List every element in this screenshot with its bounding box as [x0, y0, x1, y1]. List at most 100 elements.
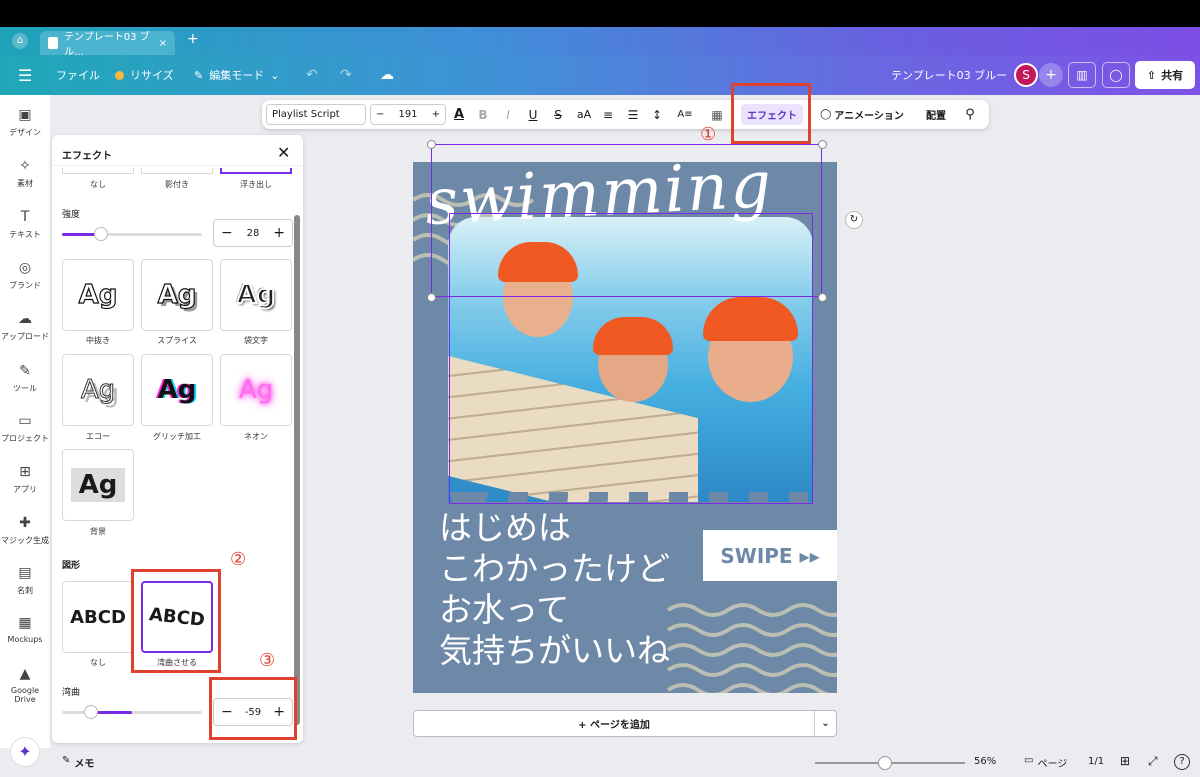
list-icon[interactable]: ☰ [624, 100, 642, 129]
resize-handle[interactable] [427, 140, 436, 149]
effect-card-neon[interactable]: Ag [220, 354, 292, 426]
selection-box-photo [449, 213, 813, 504]
effect-card-lift[interactable] [220, 168, 292, 174]
close-tab-icon[interactable]: × [159, 38, 167, 49]
resize-handle[interactable] [818, 140, 827, 149]
undo-icon[interactable]: ↶ [306, 55, 318, 95]
avatar[interactable]: S [1014, 63, 1038, 87]
sidebar-item-drive[interactable]: ▲ Google Drive [0, 666, 50, 704]
effect-label-background: 背景 [90, 527, 106, 536]
zoom-slider-handle[interactable] [878, 756, 892, 770]
new-tab-icon[interactable]: + [187, 31, 199, 47]
case-icon[interactable]: aA [573, 100, 595, 129]
insights-icon[interactable]: ▥ [1068, 62, 1096, 88]
animation-button[interactable]: ◯ アニメーション [816, 100, 908, 129]
paint-roller-icon[interactable]: ⚲ [960, 100, 980, 129]
align-icon[interactable]: ≡ [599, 100, 617, 129]
sidebar-item-text[interactable]: T テキスト [0, 209, 50, 240]
browser-tab[interactable]: テンプレート03 ブル… × [40, 31, 175, 58]
sidebar-item-label: ツール [13, 384, 37, 393]
effect-label-hollow: 中抜き [86, 336, 110, 345]
home-icon[interactable]: ⌂ [12, 33, 28, 49]
sidebar-item-upload[interactable]: ☁ アップロード [0, 311, 50, 342]
document-title-text: テンプレート03 ブルー [891, 69, 1008, 82]
effect-card-background[interactable]: Ag [62, 449, 134, 521]
close-icon[interactable]: ✕ [277, 143, 290, 162]
resize-button[interactable]: リサイズ [115, 55, 174, 95]
panel-scrollbar[interactable] [294, 215, 300, 725]
font-family-select[interactable]: Playlist Script [266, 104, 366, 125]
effect-card-echo[interactable]: Ag [62, 354, 134, 426]
font-size-value[interactable]: 191 [398, 109, 417, 120]
underline-icon[interactable]: U [524, 100, 542, 129]
help-icon[interactable]: ? [1174, 754, 1190, 770]
add-page-button[interactable]: + ページを追加 [414, 711, 814, 736]
sidebar-item-folder[interactable]: ▭ プロジェクト [0, 413, 50, 444]
text-color-icon[interactable]: A [450, 100, 468, 129]
brand-icon: ◎ [18, 260, 32, 276]
effect-card-outline[interactable]: Ag [220, 259, 292, 331]
edit-mode-button[interactable]: ✎ 編集モード ⌄ [194, 55, 279, 95]
zoom-value[interactable]: 56% [974, 756, 996, 767]
sidebar-item-brand[interactable]: ◎ ブランド [0, 260, 50, 291]
curve-slider-handle[interactable] [84, 705, 99, 719]
canvas-message[interactable]: はじめは こわかったけど お水って 気持ちがいいね [439, 507, 670, 671]
effect-card-glitch[interactable]: Ag [141, 354, 213, 426]
effect-card-hollow[interactable]: Ag [62, 259, 134, 331]
intensity-value[interactable]: 28 [247, 228, 260, 239]
notes-button[interactable]: ✎ メモ [62, 755, 94, 770]
add-page-bar: + ページを追加 ⌄ [413, 710, 837, 737]
annotation-box-effect [731, 83, 811, 144]
effect-card-shadow[interactable] [141, 168, 213, 174]
annotation-1: ① [700, 124, 717, 145]
font-size-stepper[interactable]: − 191 + [370, 104, 446, 125]
fullscreen-icon[interactable]: ⤢ [1148, 754, 1158, 769]
bold-icon[interactable]: B [474, 100, 492, 129]
sidebar-item-mockups[interactable]: ▦ Mockups [0, 615, 50, 644]
sidebar-item-card[interactable]: ▤ 名刺 [0, 565, 50, 596]
file-label: ファイル [56, 69, 100, 82]
curve-slider[interactable] [62, 705, 202, 719]
grid-view-icon[interactable]: ⊞ [1120, 754, 1130, 768]
vertical-text-icon[interactable]: A≡ [674, 100, 696, 129]
minus-icon[interactable]: − [376, 109, 384, 120]
chevron-down-icon[interactable]: ⌄ [814, 711, 836, 736]
sidebar-item-apps[interactable]: ⊞ アプリ [0, 464, 50, 495]
pages-button[interactable]: ▭ ページ [1024, 755, 1067, 770]
plus-icon[interactable]: + [273, 225, 285, 241]
redo-icon[interactable]: ↷ [340, 55, 352, 95]
share-button[interactable]: ⇧ 共有 [1135, 61, 1195, 89]
resize-handle[interactable] [818, 293, 827, 302]
hamburger-menu-icon[interactable]: ☰ [18, 55, 32, 95]
intensity-slider[interactable] [62, 227, 202, 241]
spacing-icon[interactable]: ↕ [648, 100, 666, 129]
message-line-4: 気持ちがいいね [439, 631, 670, 670]
magic-assistant-icon[interactable]: ✦ [10, 737, 40, 767]
rotate-icon[interactable]: ↻ [845, 211, 863, 229]
add-collaborator-icon[interactable]: + [1039, 63, 1063, 87]
divider [52, 165, 303, 166]
italic-icon[interactable]: I [499, 100, 517, 129]
effect-label-shadow: 影付き [165, 180, 189, 189]
swipe-label[interactable]: SWIPE ▸▸ [703, 530, 837, 581]
file-menu[interactable]: ファイル [56, 55, 100, 95]
text-icon: T [20, 209, 30, 225]
document-title[interactable]: テンプレート03 ブルー [891, 55, 1007, 95]
sidebar-item-magic[interactable]: ✚ マジック生成 [0, 515, 50, 546]
effect-card-none[interactable] [62, 168, 134, 174]
minus-icon[interactable]: − [221, 225, 233, 241]
effect-card-splice[interactable]: Ag [141, 259, 213, 331]
sidebar-item-elements[interactable]: ✧ 素材 [0, 158, 50, 189]
shape-card-none[interactable]: ABCD [62, 581, 134, 653]
strikethrough-icon[interactable]: S [549, 100, 567, 129]
plus-icon[interactable]: + [432, 109, 440, 120]
position-button[interactable]: 配置 [920, 100, 952, 129]
sidebar-item-tools[interactable]: ✎ ツール [0, 363, 50, 394]
intensity-stepper[interactable]: − 28 + [213, 219, 293, 247]
sidebar-item-design[interactable]: ▣ デザイン [0, 107, 50, 138]
zoom-slider[interactable] [815, 756, 965, 770]
resize-handle[interactable] [427, 293, 436, 302]
cloud-save-icon[interactable]: ☁ [380, 55, 394, 95]
intensity-slider-handle[interactable] [94, 227, 109, 241]
comment-icon[interactable]: ◯ [1102, 62, 1130, 88]
